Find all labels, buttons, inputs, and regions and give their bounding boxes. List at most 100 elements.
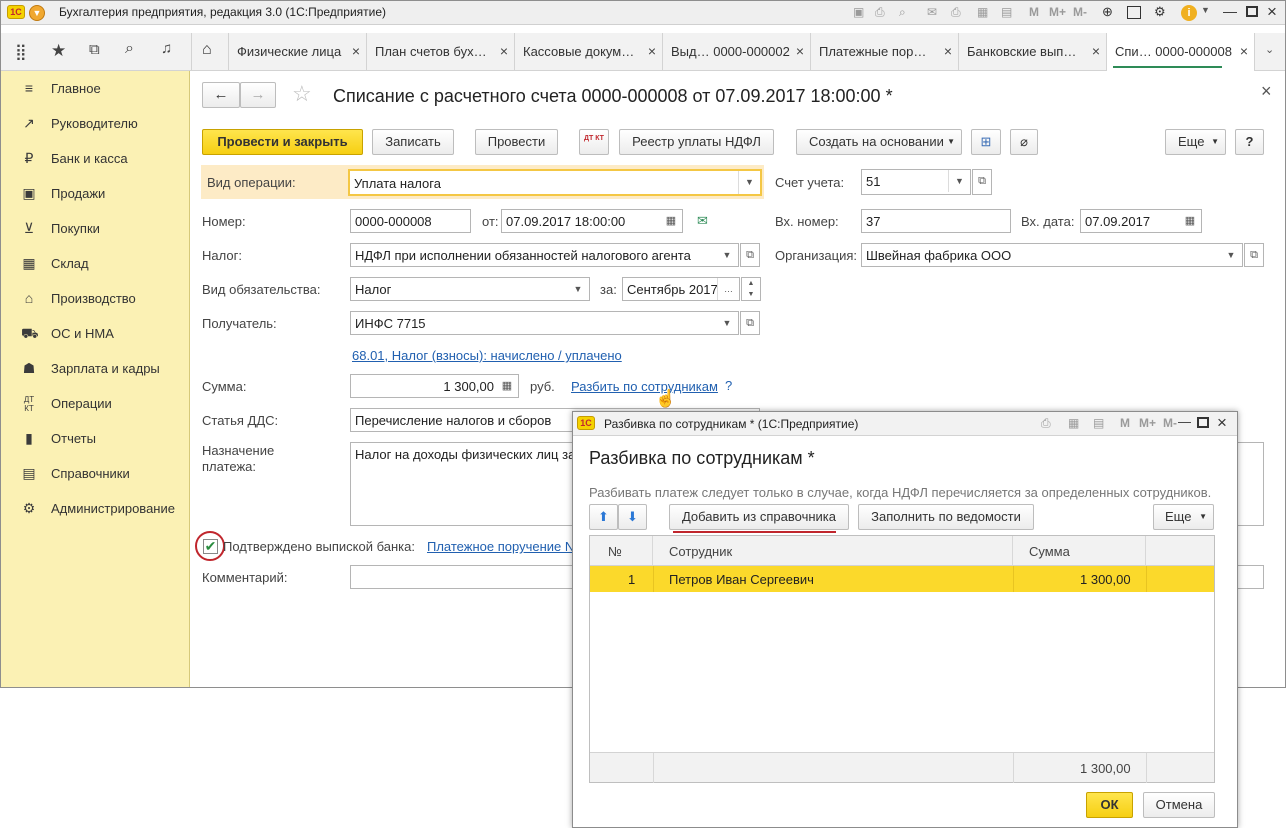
account-68-link[interactable]: 68.01, Налог (взносы): начислено / уплач… (352, 348, 622, 363)
tax-open-icon[interactable]: ⧉ (740, 243, 760, 267)
calendar-icon[interactable]: ▦ (1179, 210, 1201, 232)
favorites-star-icon[interactable]: ★ (51, 41, 66, 61)
column-header-employee[interactable]: Сотрудник (653, 536, 1013, 566)
history-icon[interactable]: ⧉ (89, 41, 100, 58)
forward-button[interactable]: → (240, 82, 276, 108)
post-button[interactable]: Провести (475, 129, 558, 155)
recipient-open-icon[interactable]: ⧉ (740, 311, 760, 335)
ok-button[interactable]: ОК (1086, 792, 1133, 818)
tab-chart-of-accounts[interactable]: План счетов бух… × (367, 33, 515, 70)
info-dropdown-icon[interactable]: ▼ (1201, 5, 1210, 15)
panels-icon[interactable] (1127, 6, 1141, 19)
period-spinner[interactable]: ▲ ▼ (741, 277, 761, 301)
period-choose-button[interactable]: … (717, 278, 739, 300)
sidebar-item-warehouse[interactable]: ▦ Склад (1, 250, 189, 280)
calculator-icon[interactable]: ▦ (496, 375, 518, 397)
attach-button[interactable]: ⌀ (1010, 129, 1038, 155)
chevron-down-icon[interactable]: ▼ (716, 312, 738, 334)
move-down-button[interactable]: ⬇ (618, 504, 647, 530)
memory-minus-icon[interactable]: M- (1073, 5, 1087, 19)
calendar-icon[interactable]: ▦ (660, 210, 682, 232)
tab-writeoff-0008[interactable]: Спи… 0000-000008 × (1107, 33, 1255, 71)
org-select[interactable]: Швейная фабрика ООО ▼ (861, 243, 1243, 267)
memory-minus-icon[interactable]: M- (1163, 416, 1177, 430)
chevron-down-icon[interactable]: ▼ (567, 278, 589, 300)
sidebar-item-salary[interactable]: ☗ Зарплата и кадры (1, 355, 189, 385)
obligation-select[interactable]: Налог ▼ (350, 277, 590, 301)
payment-order-link[interactable]: Платежное поручение N (427, 539, 574, 554)
number-field[interactable]: 0000-000008 (350, 209, 471, 233)
sidebar-item-admin[interactable]: ⚙ Администрирование (1, 495, 189, 525)
minimize-icon[interactable]: — (1178, 414, 1191, 429)
minimize-icon[interactable]: — (1223, 3, 1237, 19)
print-icon[interactable]: ⎙ (875, 5, 885, 20)
mail-icon[interactable]: ✉ (927, 5, 937, 19)
column-header-num[interactable]: № (590, 536, 653, 566)
sidebar-item-purchases[interactable]: ⊻ Покупки (1, 215, 189, 245)
sidebar-item-manager[interactable]: ↗ Руководителю (1, 110, 189, 140)
op-type-select[interactable]: Уплата налога ▼ (348, 169, 762, 196)
confirmed-checkbox[interactable]: ✔ (203, 539, 218, 554)
tabs-list-chevron-icon[interactable]: ⌄ (1265, 43, 1274, 56)
close-tab-icon[interactable]: × (500, 43, 508, 59)
help-button[interactable]: ? (1235, 129, 1264, 155)
favorite-star-icon[interactable]: ☆ (292, 81, 312, 107)
tab-issue-0002[interactable]: Выд… 0000-000002 × (663, 33, 811, 70)
cancel-button[interactable]: Отмена (1143, 792, 1215, 818)
post-and-close-button[interactable]: Провести и закрыть (202, 129, 363, 155)
maximize-icon[interactable] (1197, 417, 1209, 428)
sidebar-item-bank[interactable]: ₽ Банк и касса (1, 145, 189, 175)
close-dialog-icon[interactable]: × (1217, 413, 1227, 433)
ndfl-registry-button[interactable]: Реестр уплаты НДФЛ (619, 129, 774, 155)
table-row[interactable]: 1 Петров Иван Сергеевич 1 300,00 (590, 566, 1214, 592)
account-open-icon[interactable]: ⧉ (972, 169, 992, 195)
chevron-down-icon[interactable]: ▼ (738, 171, 760, 194)
memory-m-icon[interactable]: M (1120, 416, 1130, 430)
close-tab-icon[interactable]: × (352, 43, 360, 59)
sum-field[interactable]: 1 300,00 ▦ (350, 374, 519, 398)
printer2-icon[interactable]: ⎙ (951, 5, 961, 20)
fill-by-statement-button[interactable]: Заполнить по ведомости (858, 504, 1034, 530)
sidebar-item-fixed-assets[interactable]: ⛟ ОС и НМА (1, 320, 189, 350)
account-select[interactable]: 51 ▼ (861, 169, 971, 195)
save-icon[interactable]: ▣ (853, 5, 864, 19)
in-number-field[interactable]: 37 (861, 209, 1011, 233)
memory-plus-icon[interactable]: M+ (1139, 416, 1156, 430)
column-header-sum[interactable]: Сумма (1013, 536, 1146, 566)
printer-icon[interactable]: ⎙ (1041, 416, 1051, 431)
maximize-icon[interactable] (1246, 6, 1258, 17)
close-tab-icon[interactable]: × (796, 43, 804, 59)
in-date-field[interactable]: 07.09.2017 ▦ (1080, 209, 1202, 233)
sidebar-item-production[interactable]: ⌂ Производство (1, 285, 189, 315)
chevron-down-icon[interactable]: ▼ (716, 244, 738, 266)
calculator-icon[interactable]: ▦ (1068, 416, 1079, 430)
close-tab-icon[interactable]: × (648, 43, 656, 59)
back-button[interactable]: ← (202, 82, 240, 108)
memory-m-icon[interactable]: M (1029, 5, 1039, 19)
memory-plus-icon[interactable]: M+ (1049, 5, 1066, 19)
preview-icon[interactable]: ⌕ (899, 5, 906, 20)
add-from-catalog-button[interactable]: Добавить из справочника (669, 504, 849, 530)
tab-cash-documents[interactable]: Кассовые докум… × (515, 33, 663, 70)
close-tab-icon[interactable]: × (1240, 43, 1248, 59)
employees-table[interactable]: № Сотрудник Сумма 1 Петров Иван Сергееви… (589, 535, 1215, 783)
save-button[interactable]: Записать (372, 129, 454, 155)
dialog-more-button[interactable]: Еще ▼ (1153, 504, 1214, 530)
split-by-employees-link[interactable]: Разбить по сотрудникам (571, 379, 718, 394)
close-tab-icon[interactable]: × (944, 43, 952, 59)
calendar-icon[interactable]: ▤ (1093, 416, 1104, 430)
tab-bank-statements[interactable]: Банковские вып… × (959, 33, 1107, 70)
period-field[interactable]: Сентябрь 2017… (622, 277, 740, 301)
close-form-icon[interactable]: × (1261, 81, 1272, 102)
recipient-select[interactable]: ИНФС 7715 ▼ (350, 311, 739, 335)
calendar-icon[interactable]: ▤ (1001, 5, 1012, 19)
tab-individuals[interactable]: Физические лица × (229, 33, 367, 70)
split-help-icon[interactable]: ? (725, 378, 732, 393)
dt-kt-postings-button[interactable]: ДТ КТ (579, 129, 609, 155)
close-window-icon[interactable]: × (1267, 2, 1277, 22)
date-field[interactable]: 07.09.2017 18:00:00 ▦ (501, 209, 683, 233)
zoom-icon[interactable]: ⊕ (1102, 4, 1113, 20)
search-icon[interactable]: ⌕ (125, 40, 134, 58)
home-tab[interactable]: ⌂ (191, 33, 229, 70)
more-button[interactable]: Еще ▼ (1165, 129, 1226, 155)
